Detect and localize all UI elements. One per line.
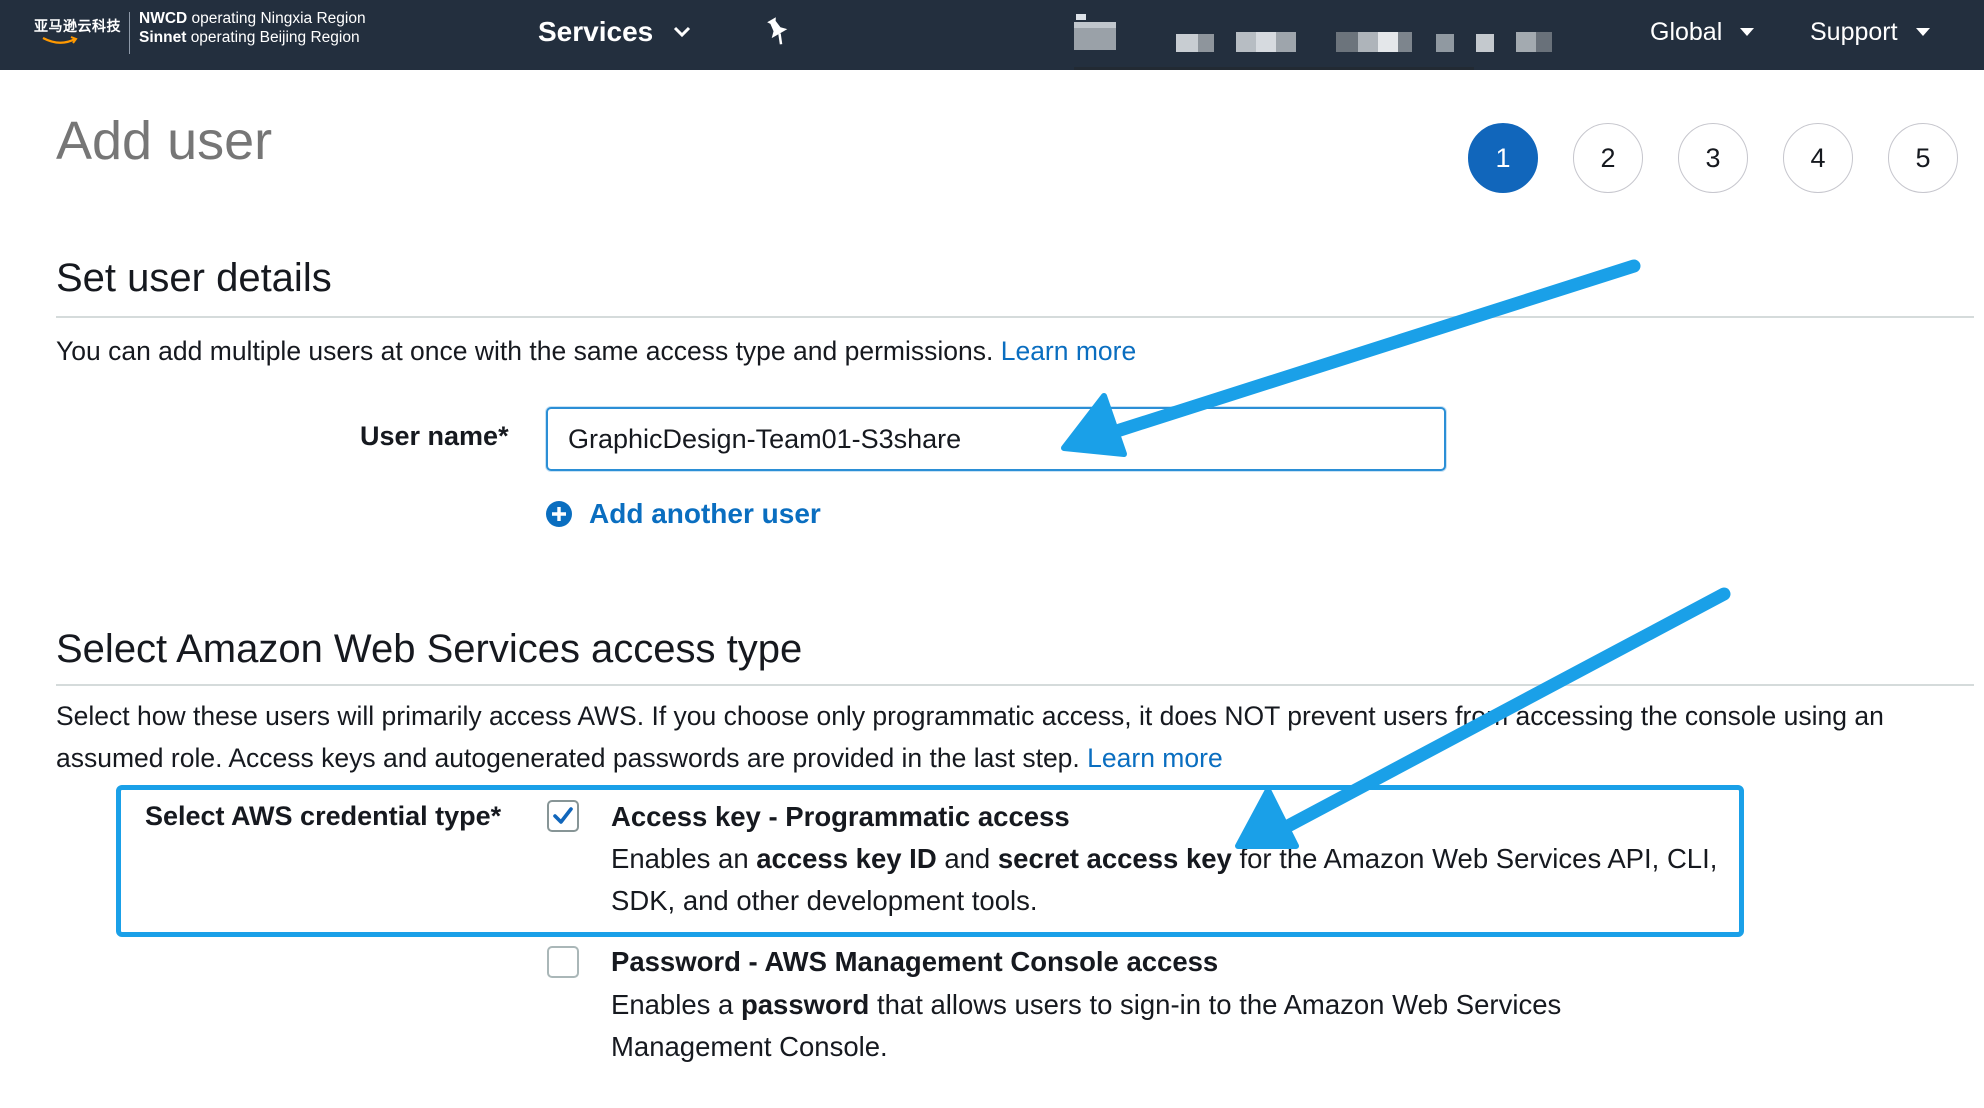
step-1[interactable]: 1 bbox=[1468, 123, 1538, 193]
access-type-heading: Select Amazon Web Services access type bbox=[56, 627, 803, 671]
section-divider bbox=[56, 316, 1974, 318]
password-checkbox[interactable] bbox=[547, 946, 579, 978]
plus-circle-icon bbox=[546, 501, 572, 527]
step-5[interactable]: 5 bbox=[1888, 123, 1958, 193]
page-title: Add user bbox=[56, 111, 273, 171]
password-option-title: Password - AWS Management Console access bbox=[611, 946, 1219, 977]
user-name-input[interactable] bbox=[546, 407, 1446, 471]
logo-text: 亚马逊云科技 bbox=[34, 18, 121, 34]
services-label: Services bbox=[538, 16, 654, 47]
caret-down-icon bbox=[1915, 28, 1930, 36]
learn-more-link[interactable]: Learn more bbox=[1087, 743, 1223, 773]
user-details-text: You can add multiple users at once with … bbox=[56, 336, 994, 366]
region-line2-text: operating Beijing Region bbox=[190, 29, 360, 46]
user-details-description: You can add multiple users at once with … bbox=[56, 330, 1136, 372]
chevron-down-icon bbox=[674, 26, 691, 38]
user-name-label: User name* bbox=[360, 421, 509, 451]
access-type-description: Select how these users will primarily ac… bbox=[56, 695, 1966, 779]
step-2[interactable]: 2 bbox=[1573, 123, 1643, 193]
step-3[interactable]: 3 bbox=[1678, 123, 1748, 193]
region-selector[interactable]: Global bbox=[1650, 12, 1755, 52]
region-info: NWCD operating Ningxia Region Sinnet ope… bbox=[139, 9, 366, 47]
password-option-description: Enables a password that allows users to … bbox=[611, 984, 1671, 1068]
add-another-user-label: Add another user bbox=[589, 498, 821, 529]
services-menu-button[interactable]: Services bbox=[538, 12, 691, 52]
top-navigation-bar: 亚马逊云科技 NWCD operating Ningxia Region Sin… bbox=[0, 0, 1984, 70]
step-4[interactable]: 4 bbox=[1783, 123, 1853, 193]
support-menu[interactable]: Support bbox=[1810, 12, 1930, 52]
add-another-user-button[interactable]: Add another user bbox=[545, 498, 821, 530]
support-label: Support bbox=[1810, 17, 1898, 46]
logo-divider bbox=[129, 12, 130, 54]
smile-arrow-icon bbox=[42, 36, 78, 44]
section-divider bbox=[56, 684, 1974, 686]
highlight-box-annotation bbox=[116, 785, 1744, 937]
region-line1-text: operating Ningxia Region bbox=[191, 10, 366, 27]
blurred-account-info[interactable] bbox=[1074, 12, 1574, 70]
desc-text: Enables a bbox=[611, 989, 741, 1020]
company-logo[interactable]: 亚马逊云科技 bbox=[34, 14, 122, 54]
global-label: Global bbox=[1650, 17, 1723, 46]
pin-icon[interactable] bbox=[764, 16, 792, 46]
access-type-text: Select how these users will primarily ac… bbox=[56, 701, 1884, 773]
desc-bold: password bbox=[740, 989, 870, 1020]
region-line1-bold: NWCD bbox=[139, 10, 188, 27]
caret-down-icon bbox=[1740, 28, 1755, 36]
region-line2-bold: Sinnet bbox=[139, 29, 187, 46]
set-user-details-heading: Set user details bbox=[56, 256, 332, 300]
learn-more-link[interactable]: Learn more bbox=[1001, 336, 1137, 366]
